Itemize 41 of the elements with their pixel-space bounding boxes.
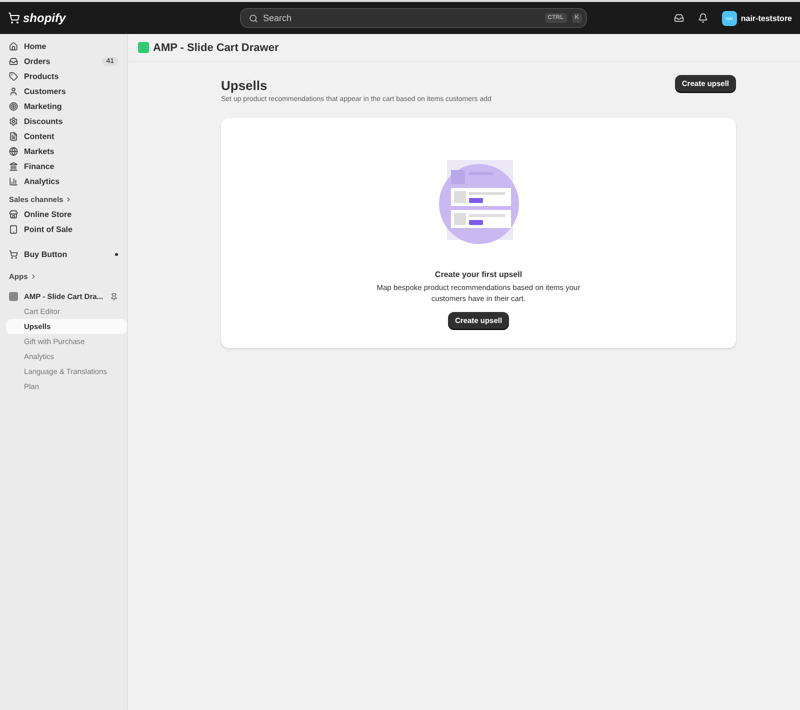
dot-icon [115,253,118,256]
nav-item[interactable]: Finance [24,162,118,171]
app-icon [138,42,149,53]
nav-item[interactable]: Point of Sale [24,225,118,234]
bell-icon[interactable] [698,13,708,23]
nav-item[interactable]: Home [24,42,118,51]
nav-item[interactable]: Online Store [24,210,118,219]
search-field[interactable]: Search [263,13,540,23]
nav-icon [9,132,18,141]
nav-icon [9,147,18,156]
nav-icon [9,57,18,66]
nav-item[interactable]: Orders [24,57,96,66]
empty-state-heading: Create your first upsell [434,270,522,279]
chevron-icon [30,273,37,280]
pin-icon[interactable] [110,292,118,300]
app-icon [9,292,18,301]
nav-item[interactable]: Discounts [24,117,118,126]
search-icon [249,14,258,22]
nav-icon [9,117,18,126]
nav-icon [9,102,18,111]
nav-item[interactable]: Content [24,132,118,141]
app-title: AMP - Slide Cart Drawer [153,42,279,54]
nav-icon [9,87,18,96]
nav-icon [9,225,18,234]
inbox-icon[interactable] [674,13,684,23]
nav-item[interactable]: Customers [24,87,118,96]
nav-item[interactable]: Markets [24,147,118,156]
nav-icon [9,250,18,259]
store-name[interactable]: nair-teststore [740,14,792,22]
nav-item[interactable]: Analytics [24,177,118,186]
nav-icon [9,72,18,81]
chevron-icon [65,196,72,203]
nav-item[interactable]: Products [24,72,118,81]
nav-item[interactable]: Marketing [24,102,118,111]
nav-icon [9,162,18,171]
logo-text: shopify [23,11,66,25]
nav-item[interactable]: Buy Button [24,250,109,259]
nav-icon [9,177,18,186]
nav-icon [9,210,18,219]
nav-icon [9,42,18,51]
page-title: Upsells [221,78,268,93]
